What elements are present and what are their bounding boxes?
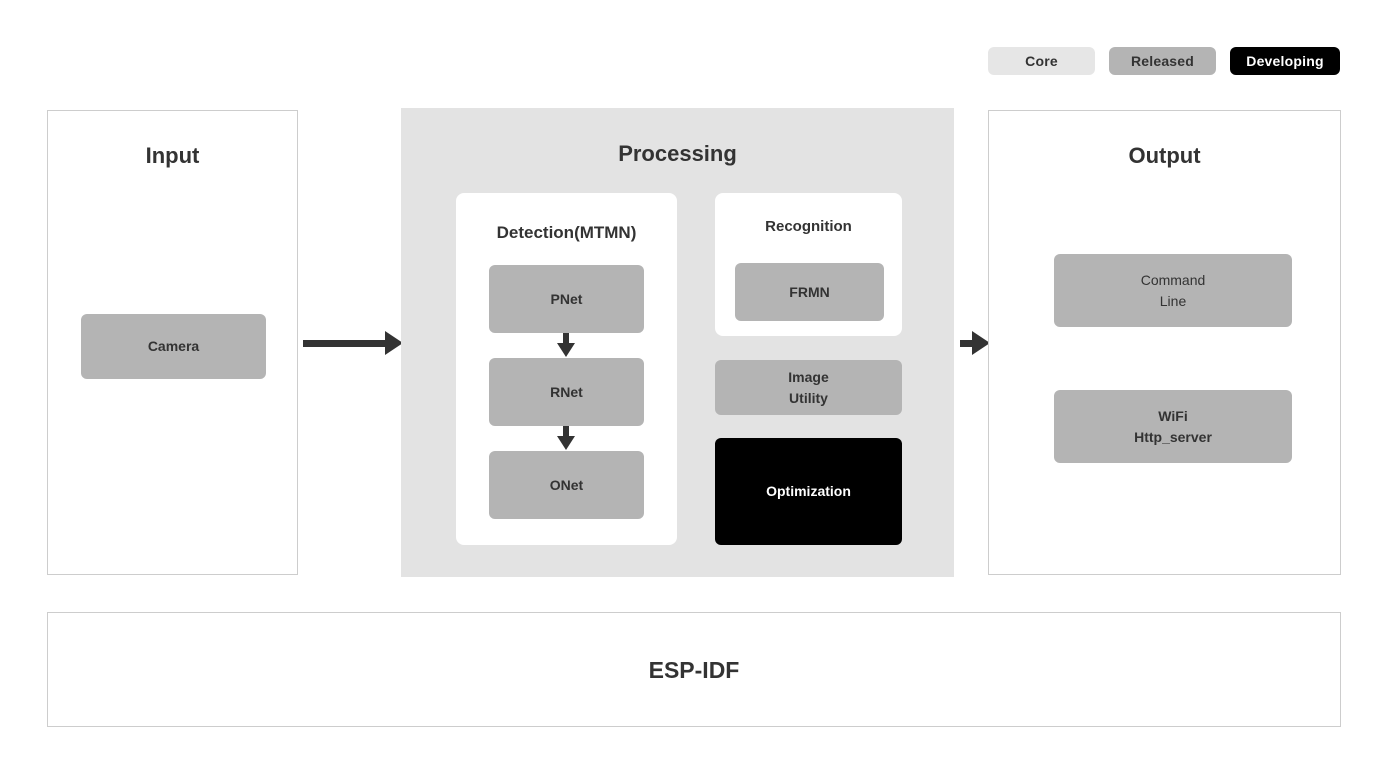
card-detection: Detection(MTMN) PNet RNet ONet xyxy=(456,193,677,545)
arrow-processing-to-output-icon xyxy=(960,331,990,355)
node-pnet[interactable]: PNet xyxy=(489,265,644,333)
arrow-shaft xyxy=(303,339,386,347)
node-camera[interactable]: Camera xyxy=(81,314,266,379)
node-image-utility[interactable]: Image Utility xyxy=(715,360,902,415)
legend-label-developing: Developing xyxy=(1246,53,1324,69)
node-wifi-http-server[interactable]: WiFi Http_server xyxy=(1054,390,1292,463)
arrow-pnet-to-rnet-icon xyxy=(557,333,575,357)
node-label-image-utility: Image Utility xyxy=(788,369,829,406)
arrow-head xyxy=(557,436,575,450)
legend: Core Released Developing xyxy=(988,47,1340,75)
node-label-command-line: Command Line xyxy=(1140,272,1206,309)
arrow-head xyxy=(557,343,575,357)
node-optimization[interactable]: Optimization xyxy=(715,438,902,545)
panel-title-output: Output xyxy=(1128,143,1201,168)
card-recognition: Recognition FRMN xyxy=(715,193,902,336)
arrow-input-to-processing-icon xyxy=(303,331,403,355)
panel-title-processing: Processing xyxy=(618,141,737,166)
node-rnet[interactable]: RNet xyxy=(489,358,644,426)
panel-processing: Processing Detection(MTMN) PNet RNet ONe… xyxy=(401,108,954,577)
legend-label-core: Core xyxy=(1025,53,1058,69)
arrow-rnet-to-onet-icon xyxy=(557,426,575,450)
node-label-onet: ONet xyxy=(549,476,584,493)
node-label-frmn: FRMN xyxy=(789,283,830,300)
panel-esp-idf: ESP-IDF xyxy=(47,612,1341,727)
legend-chip-released[interactable]: Released xyxy=(1109,47,1216,75)
node-label-camera: Camera xyxy=(147,338,200,355)
node-frmn[interactable]: FRMN xyxy=(735,263,884,321)
node-command-line[interactable]: Command Line xyxy=(1054,254,1292,327)
node-onet[interactable]: ONet xyxy=(489,451,644,519)
node-label-pnet: PNet xyxy=(550,290,583,307)
legend-label-released: Released xyxy=(1130,53,1195,69)
card-title-recognition: Recognition xyxy=(765,218,852,235)
node-label-optimization: Optimization xyxy=(766,483,851,500)
panel-input: Input Camera xyxy=(47,110,298,575)
node-label-rnet: RNet xyxy=(550,383,583,400)
panel-title-esp-idf: ESP-IDF xyxy=(648,657,740,683)
legend-chip-developing[interactable]: Developing xyxy=(1230,47,1340,75)
node-label-wifi-http-server: WiFi Http_server xyxy=(1134,408,1212,445)
panel-title-input: Input xyxy=(145,143,200,168)
card-title-detection: Detection(MTMN) xyxy=(496,223,637,242)
panel-output: Output Command Line WiFi Http_server xyxy=(988,110,1341,575)
legend-chip-core[interactable]: Core xyxy=(988,47,1095,75)
